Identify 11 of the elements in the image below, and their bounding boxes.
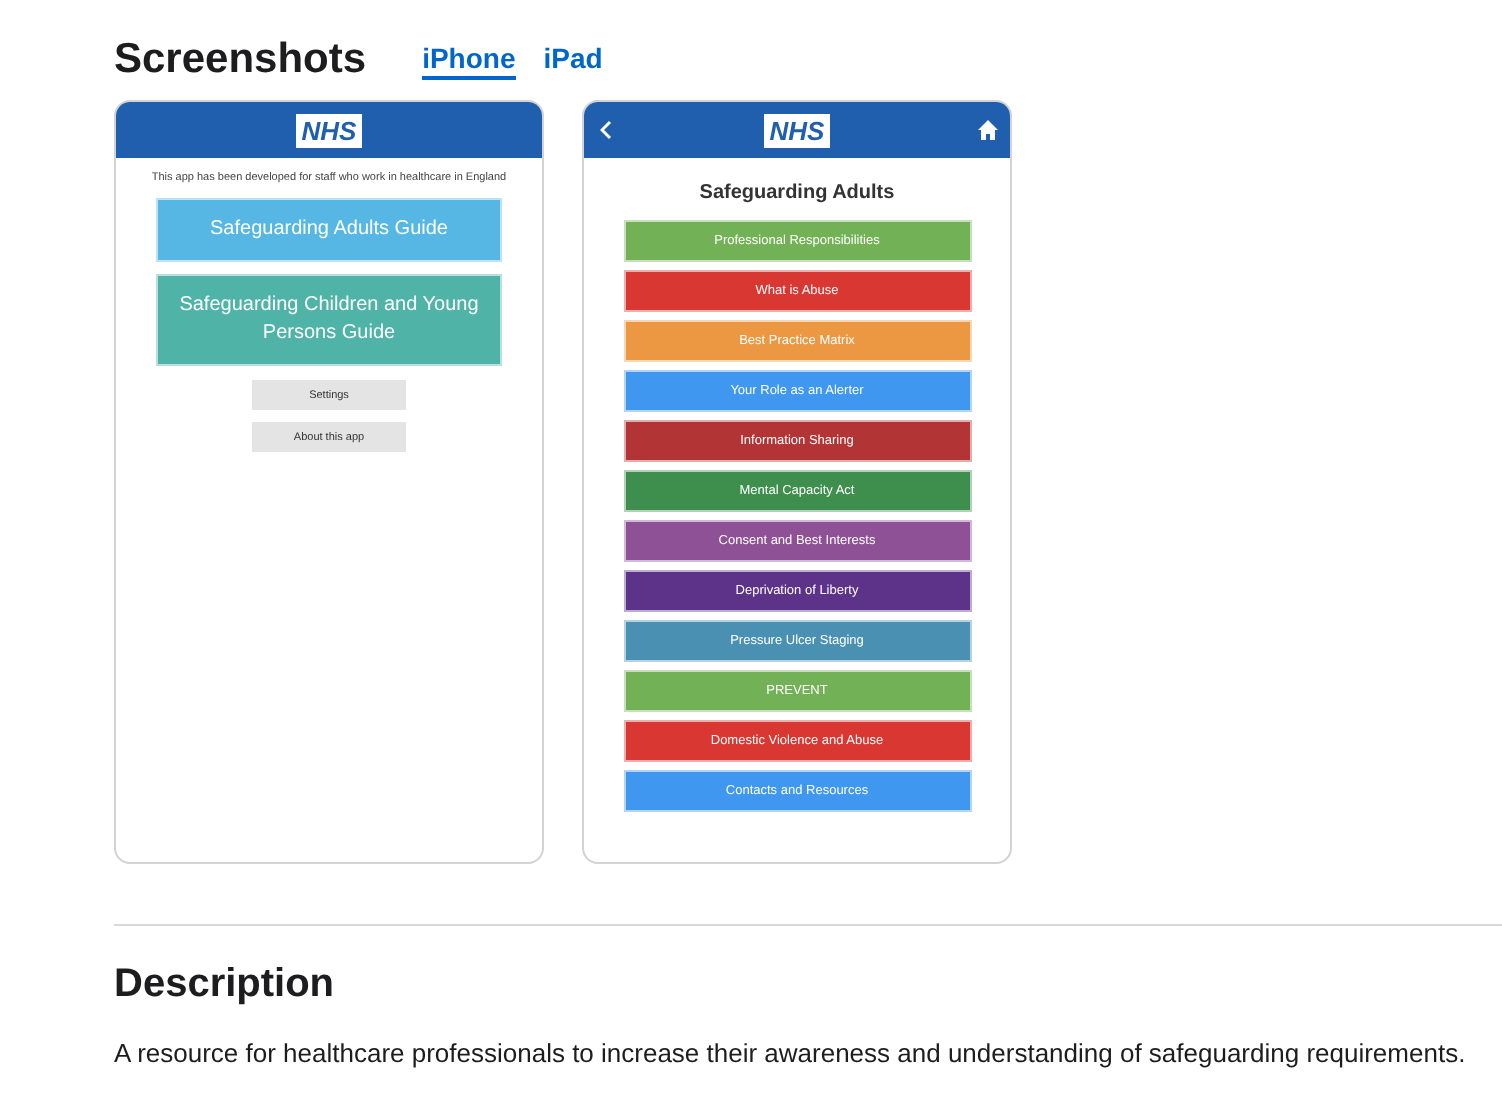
section-heading: Screenshots xyxy=(114,38,367,80)
logo: NHS xyxy=(295,113,363,147)
guide-button[interactable]: Safeguarding Children and Young Persons Guide xyxy=(156,274,502,367)
description-text: A resource for healthcare professionals to increase their awareness and understanding of safeguarding requirements. xyxy=(114,1036,1468,1072)
back-icon[interactable] xyxy=(600,120,612,140)
logo: NHS xyxy=(763,113,831,147)
screen-title: Safeguarding Adults xyxy=(699,180,895,208)
home-icon[interactable] xyxy=(978,120,998,140)
device-tab[interactable]: iPhone xyxy=(422,44,516,80)
section-heading: Description xyxy=(114,964,337,1004)
device-tab[interactable]: iPad xyxy=(543,44,603,80)
